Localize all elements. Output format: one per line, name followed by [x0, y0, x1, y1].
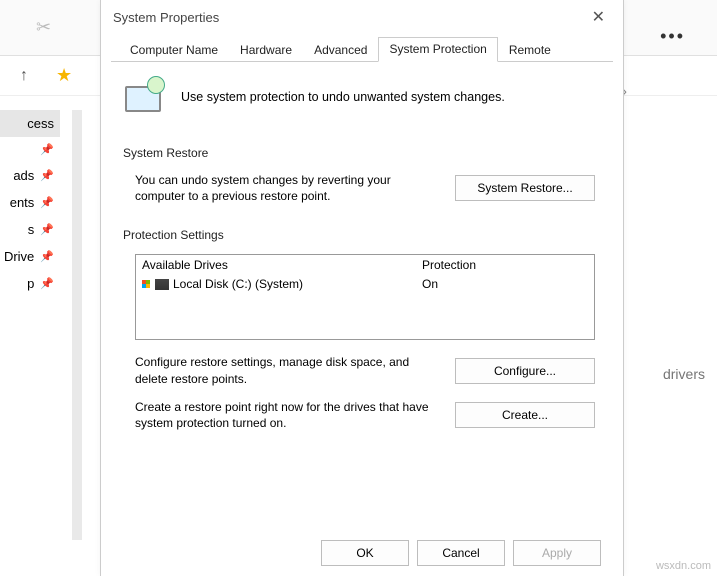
close-icon[interactable]: ✕: [586, 5, 611, 29]
watermark: wsxdn.com: [656, 560, 711, 572]
sidebar-item[interactable]: ads📌: [0, 162, 60, 189]
dialog-titlebar: System Properties ✕: [101, 0, 623, 34]
sidebar-item[interactable]: s📌: [0, 216, 60, 243]
tab-hardware[interactable]: Hardware: [229, 38, 303, 62]
drive-row[interactable]: Local Disk (C:) (System) On: [136, 275, 594, 293]
header-protection: Protection: [422, 258, 476, 272]
dialog-content: Use system protection to undo unwanted s…: [101, 62, 623, 431]
pin-icon: 📌: [40, 143, 54, 156]
system-restore-desc: You can undo system changes by reverting…: [135, 172, 443, 204]
sidebar-item[interactable]: ents📌: [0, 189, 60, 216]
sidebar-item-quickaccess[interactable]: cess: [0, 110, 60, 137]
header-drives: Available Drives: [142, 258, 422, 272]
cancel-button[interactable]: Cancel: [417, 540, 505, 566]
favorite-star-icon[interactable]: ★: [56, 65, 72, 86]
drive-protection-status: On: [422, 277, 438, 291]
dialog-tabs: Computer Name Hardware Advanced System P…: [111, 34, 613, 62]
group-legend: Protection Settings: [123, 228, 230, 242]
pin-icon: 📌: [40, 196, 54, 209]
drives-header: Available Drives Protection: [136, 255, 594, 275]
apply-button[interactable]: Apply: [513, 540, 601, 566]
system-protection-icon: [123, 76, 165, 118]
dialog-title: System Properties: [113, 10, 219, 25]
sidebar-scrollbar[interactable]: [72, 110, 82, 540]
create-button[interactable]: Create...: [455, 402, 595, 428]
intro-text: Use system protection to undo unwanted s…: [181, 90, 505, 104]
dialog-footer: OK Cancel Apply: [321, 540, 601, 566]
pin-icon: 📌: [40, 277, 54, 290]
pin-icon: 📌: [40, 169, 54, 182]
file-item-drivers[interactable]: drivers: [663, 366, 705, 382]
group-legend: System Restore: [123, 146, 214, 160]
system-properties-dialog: System Properties ✕ Computer Name Hardwa…: [100, 0, 624, 576]
up-arrow-icon[interactable]: ↑: [20, 67, 28, 85]
pin-icon: 📌: [40, 250, 54, 263]
windows-flag-icon: [142, 280, 150, 288]
system-restore-group: System Restore You can undo system chang…: [123, 146, 601, 204]
protection-settings-group: Protection Settings Available Drives Pro…: [123, 228, 601, 431]
tab-remote[interactable]: Remote: [498, 38, 562, 62]
tab-computer-name[interactable]: Computer Name: [119, 38, 229, 62]
configure-desc: Configure restore settings, manage disk …: [135, 354, 443, 386]
explorer-sidebar: cess 📌 ads📌 ents📌 s📌 Drive📌 p📌: [0, 110, 60, 297]
more-icon[interactable]: •••: [660, 26, 685, 47]
drives-listbox[interactable]: Available Drives Protection Local Disk (…: [135, 254, 595, 340]
system-restore-button[interactable]: System Restore...: [455, 175, 595, 201]
scissors-icon[interactable]: ✂: [36, 17, 51, 38]
intro-section: Use system protection to undo unwanted s…: [123, 76, 601, 118]
tab-advanced[interactable]: Advanced: [303, 38, 378, 62]
sidebar-item[interactable]: Drive📌: [0, 243, 60, 270]
configure-button[interactable]: Configure...: [455, 358, 595, 384]
drive-name: Local Disk (C:) (System): [173, 277, 303, 291]
ok-button[interactable]: OK: [321, 540, 409, 566]
sidebar-item[interactable]: p📌: [0, 270, 60, 297]
sidebar-item[interactable]: 📌: [0, 137, 60, 162]
create-desc: Create a restore point right now for the…: [135, 399, 443, 431]
disk-icon: [155, 279, 169, 290]
tab-system-protection[interactable]: System Protection: [378, 37, 497, 62]
pin-icon: 📌: [40, 223, 54, 236]
